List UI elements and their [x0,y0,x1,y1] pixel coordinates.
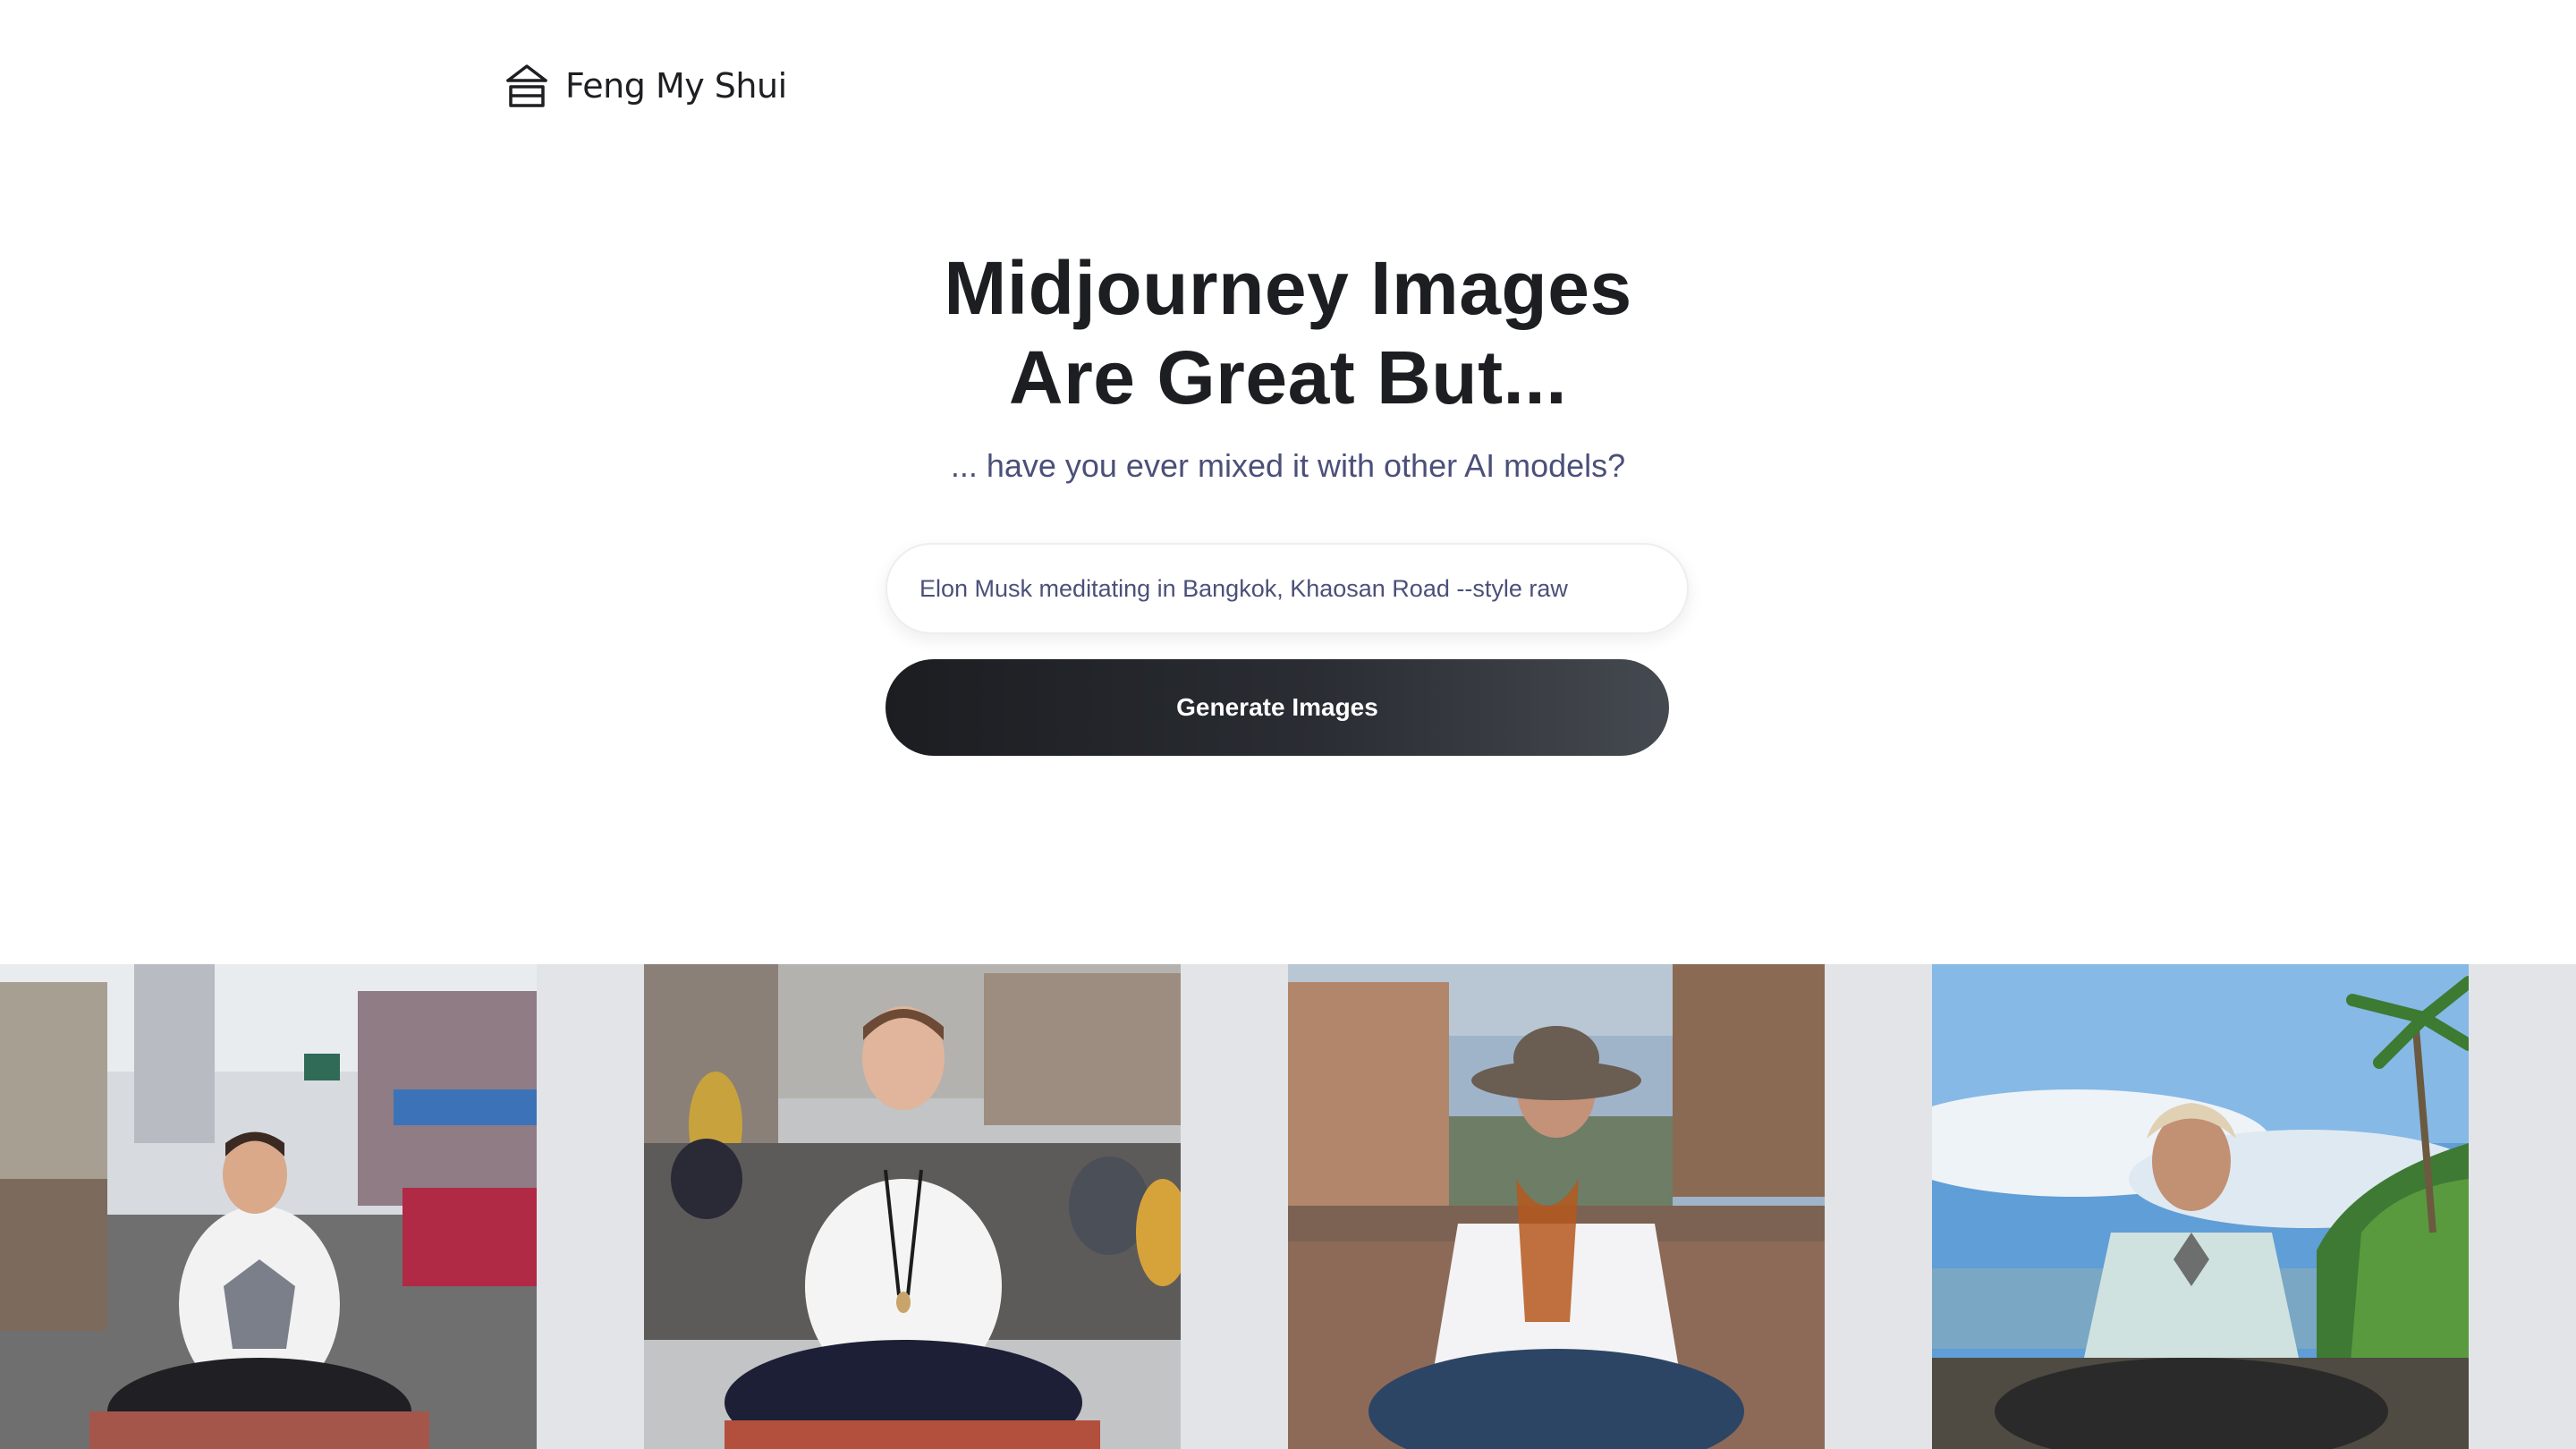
photo-street-meditation-1 [0,964,537,1449]
prompt-input[interactable] [886,543,1689,634]
brand-logo[interactable]: Feng My Shui [504,57,787,114]
photo-beach-meditation-4 [1932,964,2469,1449]
gallery-image-2[interactable] [644,964,1181,1449]
hero-title-line-2: Are Great But... [1008,335,1568,419]
landing-page: Feng My Shui Midjourney Images Are Great… [0,0,2576,1449]
gallery-image-3[interactable] [1288,964,1825,1449]
hero-subtitle: ... have you ever mixed it with other AI… [950,447,1626,484]
brand-name: Feng My Shui [565,66,787,106]
hero-title: Midjourney Images Are Great But... [0,243,2576,422]
house-outline-icon [506,64,547,107]
gallery-image-4[interactable] [1932,964,2469,1449]
hero-title-line-1: Midjourney Images [944,246,1632,330]
photo-street-meditation-2 [644,964,1181,1449]
generate-images-button[interactable]: Generate Images [886,659,1669,756]
gallery-image-1[interactable] [0,964,537,1449]
photo-street-meditation-3 [1288,964,1825,1449]
image-gallery [0,964,2576,1449]
